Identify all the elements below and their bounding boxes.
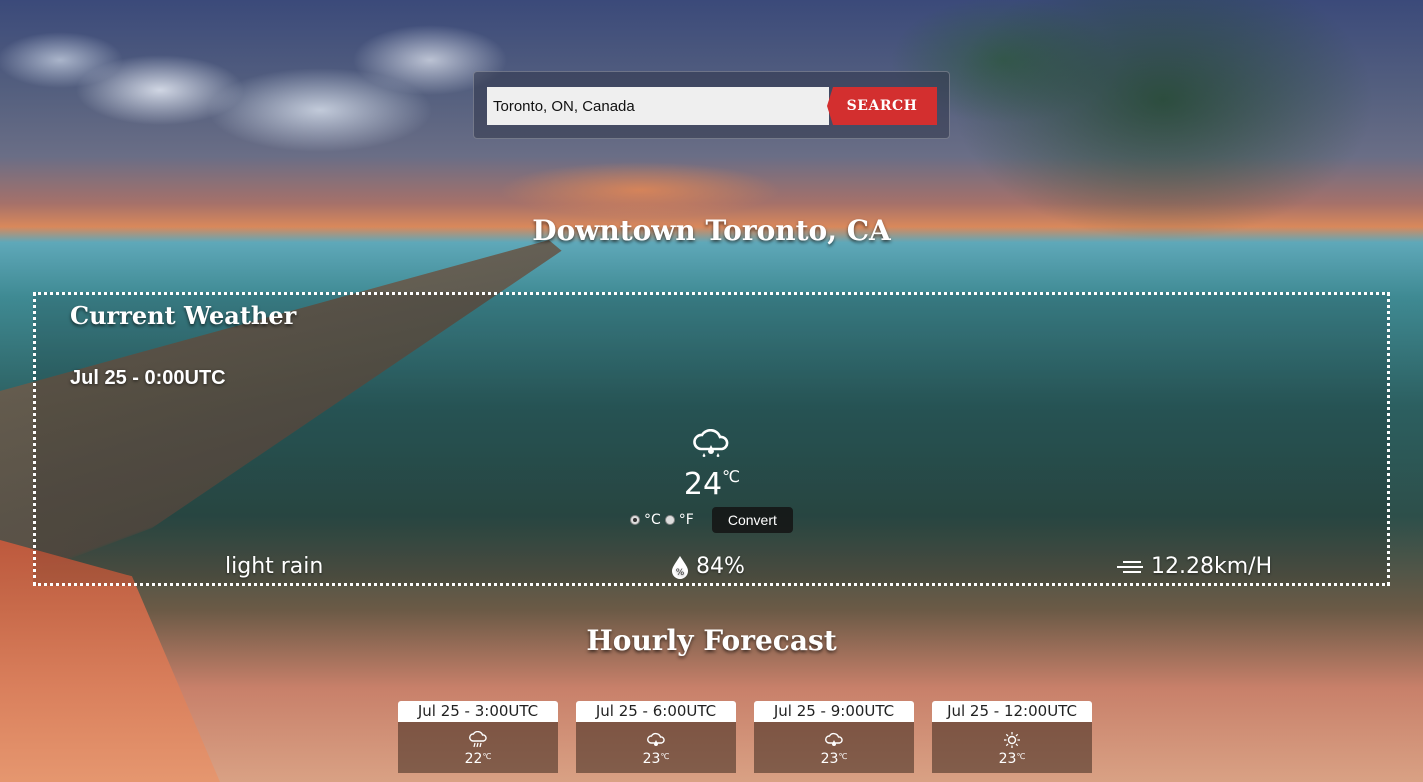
cloud-rain-icon xyxy=(647,732,665,746)
cloud-rain-icon xyxy=(693,429,729,458)
hourly-time: Jul 25 - 9:00UTC xyxy=(754,701,914,722)
hourly-temperature-unit: ℃ xyxy=(1016,752,1026,761)
hourly-temperature-value: 23 xyxy=(642,751,661,767)
hourly-temperature-value: 22 xyxy=(464,751,483,767)
current-temperature-value: 24 xyxy=(683,467,723,502)
fahrenheit-radio[interactable] xyxy=(664,515,675,525)
weather-description-text: light rain xyxy=(225,554,324,579)
hourly-temperature: 23℃ xyxy=(932,751,1092,767)
search-bar: SEARCH xyxy=(473,71,950,139)
hourly-body: 23℃ xyxy=(932,722,1092,773)
current-temperature-unit: ℃ xyxy=(722,467,741,486)
wind-icon xyxy=(1117,560,1143,573)
hourly-temperature-value: 23 xyxy=(820,751,839,767)
hourly-time: Jul 25 - 3:00UTC xyxy=(398,701,558,722)
location-title: Downtown Toronto, CA xyxy=(532,214,891,247)
rain-cloud-icon xyxy=(469,731,487,748)
hourly-temperature: 23℃ xyxy=(576,751,736,767)
celsius-label: °C xyxy=(644,512,661,528)
sun-icon xyxy=(1004,732,1020,748)
humidity-stat: % 84% xyxy=(670,554,745,579)
hourly-forecast-card: Jul 25 - 3:00UTC 22℃ xyxy=(398,701,558,773)
weather-description: light rain xyxy=(225,554,323,579)
svg-text:%: % xyxy=(676,568,685,578)
hourly-temperature-unit: ℃ xyxy=(838,752,848,761)
wind-value: 12.28km/H xyxy=(1151,554,1273,579)
current-weather-heading: Current Weather xyxy=(70,301,297,330)
humidity-drop-icon: % xyxy=(672,555,688,579)
unit-selector: °C °F Convert xyxy=(630,507,793,533)
convert-button[interactable]: Convert xyxy=(711,507,793,533)
fahrenheit-label: °F xyxy=(678,512,694,528)
hourly-forecast-list: Jul 25 - 3:00UTC 22℃ Jul 25 - 6:00UTC 23… xyxy=(398,701,1092,773)
hourly-temperature: 23℃ xyxy=(754,751,914,767)
celsius-radio[interactable] xyxy=(630,515,640,525)
background-tree xyxy=(863,0,1423,340)
hourly-forecast-card: Jul 25 - 9:00UTC 23℃ xyxy=(754,701,914,773)
hourly-temperature: 22℃ xyxy=(398,751,558,767)
current-weather-panel: Current Weather Jul 25 - 0:00UTC 24℃ °C … xyxy=(33,292,1390,586)
hourly-body: 23℃ xyxy=(576,722,736,773)
hourly-body: 22℃ xyxy=(398,722,558,773)
hourly-body: 23℃ xyxy=(754,722,914,773)
cloud-rain-icon xyxy=(825,732,843,746)
search-input[interactable] xyxy=(487,87,829,125)
hourly-forecast-card: Jul 25 - 12:00UTC 23℃ xyxy=(932,701,1092,773)
hourly-temperature-unit: ℃ xyxy=(482,752,492,761)
wind-stat: 12.28km/H xyxy=(1117,554,1272,579)
hourly-time: Jul 25 - 6:00UTC xyxy=(576,701,736,722)
current-temperature: 24℃ xyxy=(596,467,828,502)
hourly-forecast-card: Jul 25 - 6:00UTC 23℃ xyxy=(576,701,736,773)
hourly-forecast-heading: Hourly Forecast xyxy=(586,624,837,657)
hourly-temperature-unit: ℃ xyxy=(660,752,670,761)
humidity-value: 84% xyxy=(696,554,745,579)
hourly-temperature-value: 23 xyxy=(998,751,1017,767)
search-button[interactable]: SEARCH xyxy=(827,87,937,125)
hourly-time: Jul 25 - 12:00UTC xyxy=(932,701,1092,722)
current-datetime: Jul 25 - 0:00UTC xyxy=(70,367,226,389)
